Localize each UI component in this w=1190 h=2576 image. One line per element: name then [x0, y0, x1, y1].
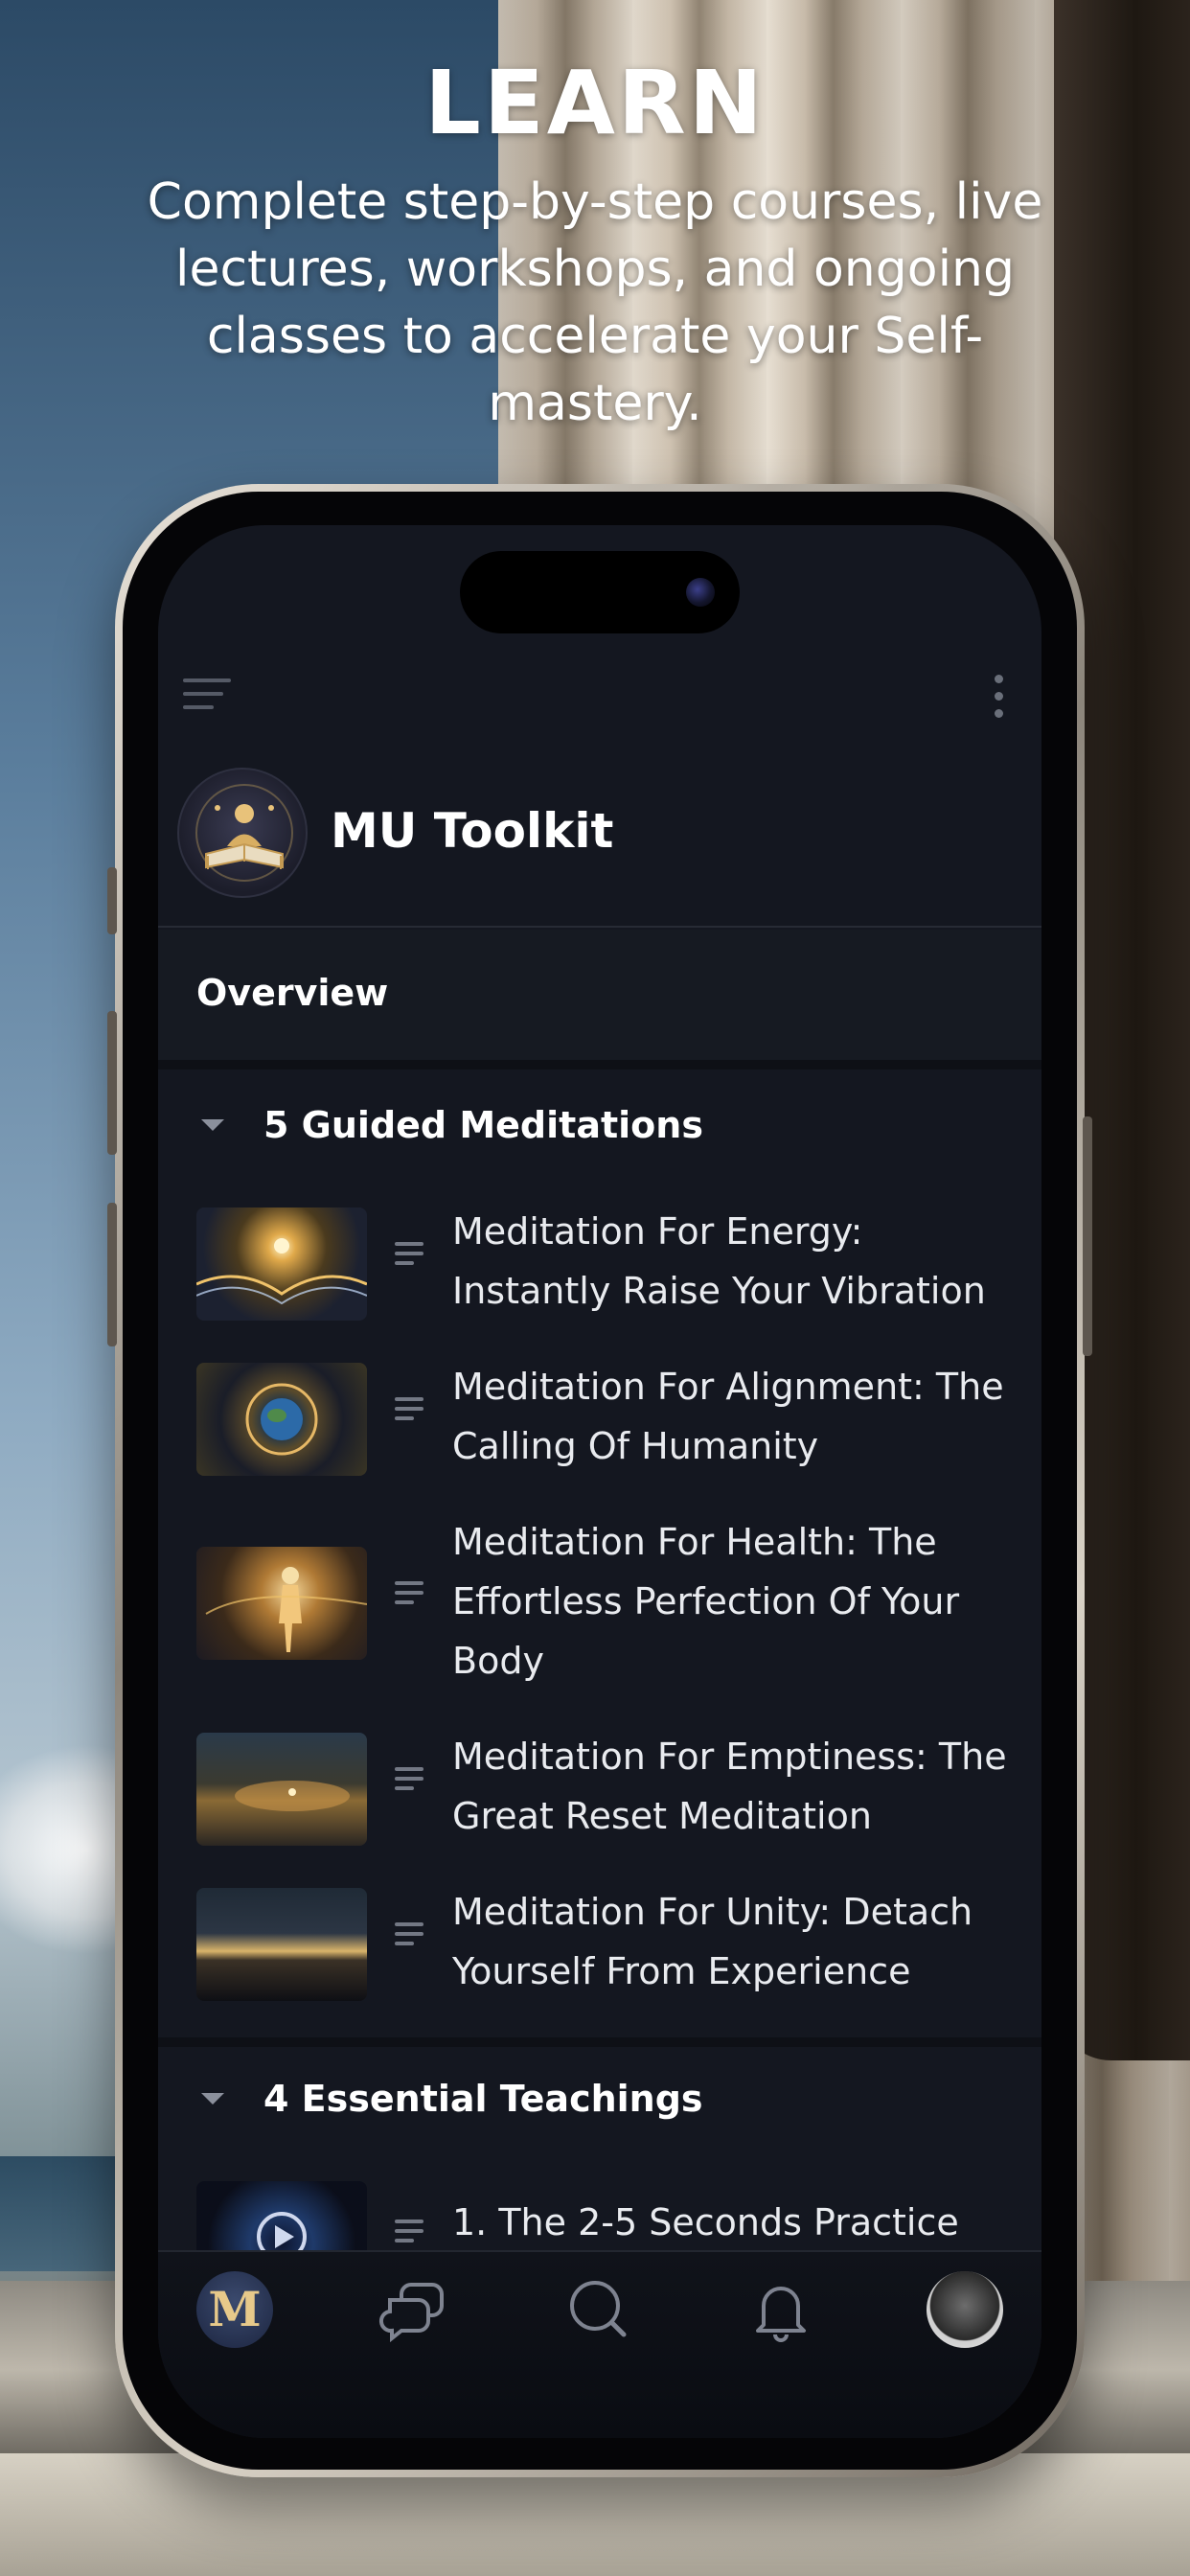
more-options-icon[interactable]: [992, 675, 1003, 719]
phone-power-button: [1083, 1116, 1092, 1356]
camera-icon: [686, 578, 715, 607]
lesson-row[interactable]: Meditation For Alignment: The Calling Of…: [158, 1351, 1041, 1485]
bottom-tab-bar: M: [158, 2250, 1041, 2438]
tab-profile[interactable]: [927, 2271, 1003, 2348]
hamburger-menu-icon[interactable]: [183, 678, 231, 711]
lesson-row[interactable]: Meditation For Emptiness: The Great Rese…: [158, 1721, 1041, 1855]
list-icon: [395, 1922, 423, 1945]
section-divider: [158, 1060, 1041, 1070]
lesson-thumbnail: [196, 1733, 367, 1846]
lesson-title: Meditation For Energy: Instantly Raise Y…: [452, 1210, 986, 1312]
bell-icon: [756, 2287, 806, 2342]
course-logo-icon: [177, 768, 308, 898]
list-icon: [395, 1581, 423, 1604]
list-icon: [395, 1242, 423, 1265]
section-title: 5 Guided Meditations: [263, 1104, 703, 1146]
avatar: [927, 2271, 1003, 2348]
phone-side-button: [107, 867, 117, 934]
dynamic-island: [460, 551, 740, 633]
lesson-row[interactable]: Meditation For Unity: Detach Yourself Fr…: [158, 1876, 1041, 2011]
phone-volume-up-button: [107, 1011, 117, 1155]
tab-home[interactable]: M: [196, 2271, 273, 2348]
lesson-title: Meditation For Unity: Detach Yourself Fr…: [452, 1891, 973, 1992]
list-icon: [395, 2220, 423, 2242]
caret-down-icon[interactable]: [201, 1119, 224, 1131]
lesson-title: Meditation For Health: The Effortless Pe…: [452, 1521, 960, 1682]
lesson-row[interactable]: Meditation For Energy: Instantly Raise Y…: [158, 1196, 1041, 1330]
home-icon: M: [196, 2271, 273, 2348]
overview-label: Overview: [196, 972, 389, 1014]
list-icon: [395, 1397, 423, 1420]
lesson-title: Meditation For Emptiness: The Great Rese…: [452, 1736, 1007, 1837]
lesson-title: 1. The 2-5 Seconds Practice: [452, 2201, 959, 2243]
section-header-guided-meditations[interactable]: 5 Guided Meditations: [158, 1070, 1041, 1184]
phone-volume-down-button: [107, 1203, 117, 1346]
overview-item[interactable]: Overview: [158, 930, 1041, 1060]
lesson-row[interactable]: Meditation For Health: The Effortless Pe…: [158, 1506, 1041, 1698]
course-header: MU Toolkit: [158, 765, 1041, 928]
lesson-thumbnail: [196, 1888, 367, 2001]
lesson-title: Meditation For Alignment: The Calling Of…: [452, 1366, 1004, 1467]
caret-down-icon[interactable]: [201, 2093, 224, 2104]
marketing-headline: LEARN: [424, 52, 766, 154]
marketing-subheadline: Complete step-by-step courses, live lect…: [147, 173, 1043, 432]
section-title: 4 Essential Teachings: [263, 2078, 703, 2120]
section-header-essential-teachings[interactable]: 4 Essential Teachings: [158, 2043, 1041, 2158]
tab-notifications[interactable]: [743, 2271, 819, 2348]
course-title: MU Toolkit: [331, 803, 614, 859]
lesson-thumbnail: [196, 1208, 367, 1321]
search-icon: [570, 2281, 627, 2337]
list-icon: [395, 1767, 423, 1790]
tab-search[interactable]: [561, 2271, 637, 2348]
phone-screen: MU Toolkit Overview 5 Guided Meditations…: [158, 525, 1041, 2438]
lesson-thumbnail: [196, 1363, 367, 1476]
lesson-thumbnail: [196, 1547, 367, 1660]
tab-messages[interactable]: [378, 2271, 455, 2348]
app-top-bar: [158, 659, 1041, 719]
messages-icon: [379, 2283, 444, 2343]
